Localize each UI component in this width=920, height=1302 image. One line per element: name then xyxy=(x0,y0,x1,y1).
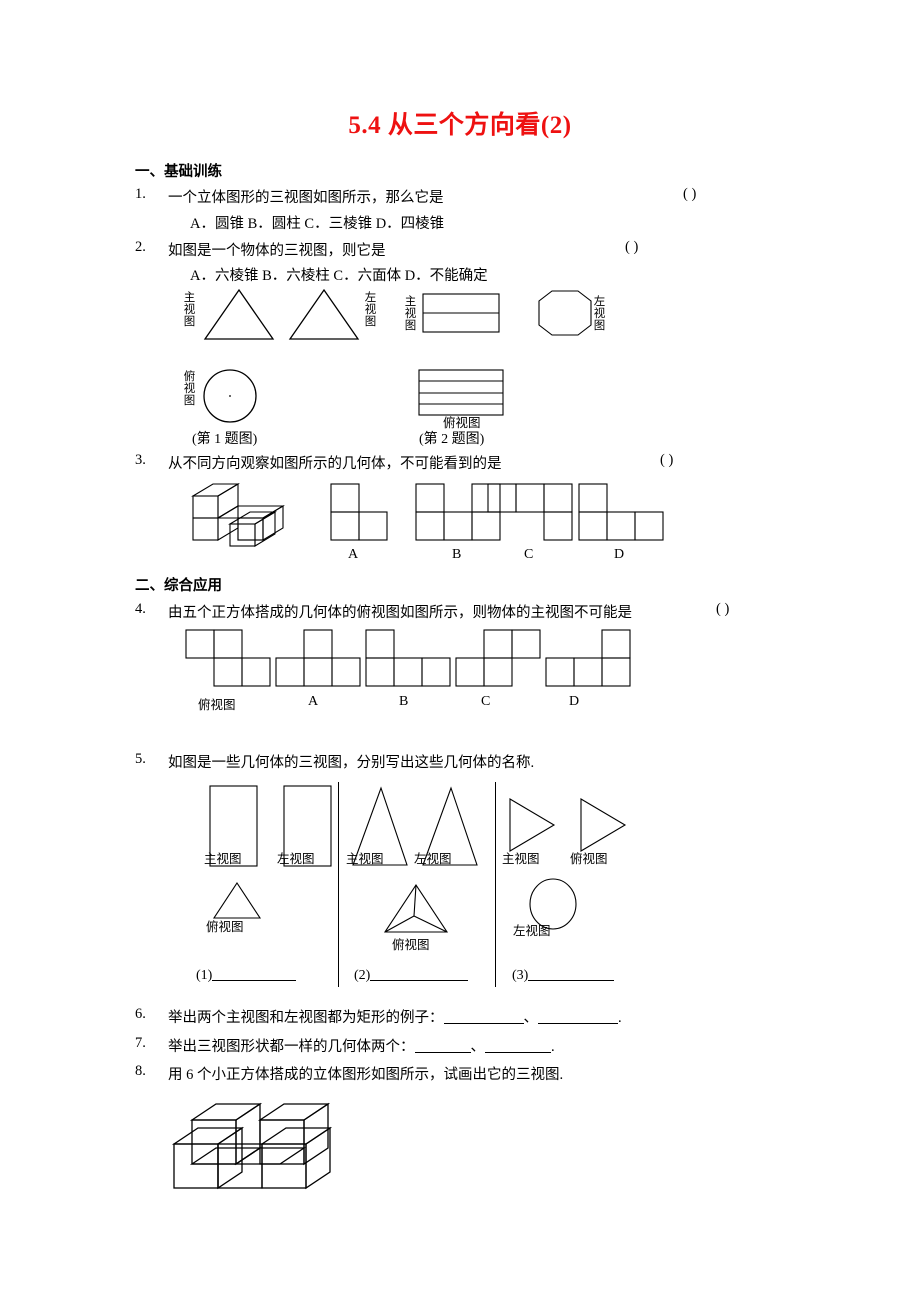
section-heading-basic: 一、基础训练 xyxy=(135,164,222,180)
question-1-options[interactable]: A．圆锥 B．圆柱 C．三棱锥 D．四棱锥 xyxy=(190,212,444,233)
figure-q1-front-label: 主视图 xyxy=(183,292,196,328)
question-2-text: 如图是一个物体的三视图，则它是 xyxy=(168,243,386,259)
question-2-answer-bracket[interactable]: ( ) xyxy=(625,239,638,256)
figure-q5-g2-front-label: 主视图 xyxy=(346,852,384,866)
question-7-number: 7. xyxy=(135,1035,146,1051)
figure-q5-g1-answer-blank[interactable] xyxy=(212,968,297,981)
question-6-blank-2[interactable] xyxy=(538,1011,618,1024)
figure-q3-option-b-letter: B xyxy=(452,547,462,562)
figure-q5-g3-top-triangle xyxy=(580,798,627,852)
figure-q5-g2-side-label: 左视图 xyxy=(414,852,452,866)
figure-q4-option-a-letter: A xyxy=(308,694,319,709)
page-title: 5.4 从三个方向看(2) xyxy=(348,112,572,139)
figure-q5-g2-answer[interactable]: (2) xyxy=(354,968,469,984)
section-heading-comprehensive: 二、综合应用 xyxy=(135,578,222,594)
figure-q2-caption: (第 2 题图) xyxy=(419,432,485,447)
question-2-number: 2. xyxy=(135,239,146,255)
figure-q4-option-d-letter: D xyxy=(569,694,580,709)
question-4-answer-bracket[interactable]: ( ) xyxy=(716,601,729,618)
question-5-number: 5. xyxy=(135,751,146,767)
figure-q5-g3-front-triangle xyxy=(509,798,556,852)
figure-q5-g1-front-label: 主视图 xyxy=(204,852,242,866)
figure-q2-side-hexagon xyxy=(538,290,592,336)
question-5-text: 如图是一些几何体的三视图，分别写出这些几何体的名称. xyxy=(168,755,535,771)
figure-q5-g3-front-label: 主视图 xyxy=(502,852,540,866)
question-3-text: 从不同方向观察如图所示的几何体，不可能看到的是 xyxy=(168,456,502,472)
figure-q5-g1-side-label: 左视图 xyxy=(277,852,315,866)
question-7-separator: 、 xyxy=(470,1039,486,1055)
figure-q4-top-view-grid xyxy=(185,629,271,687)
figure-q5-g1-answer-number: (1) xyxy=(196,968,213,983)
figure-q5-g2-answer-blank[interactable] xyxy=(370,968,469,981)
question-6-separator: 、 xyxy=(523,1010,539,1026)
question-3-number: 3. xyxy=(135,452,146,468)
figure-q3-option-a-grid xyxy=(330,483,388,541)
figure-q1-side-triangle xyxy=(288,288,360,340)
question-8-text: 用 6 个小正方体搭成的立体图形如图所示，试画出它的三视图. xyxy=(168,1067,564,1083)
figure-q5-divider-1 xyxy=(338,782,339,987)
question-8-number: 8. xyxy=(135,1063,146,1079)
figure-q3-option-d-letter: D xyxy=(614,547,625,562)
question-6-text-before: 举出两个主视图和左视图都为矩形的例子： xyxy=(168,1010,444,1026)
figure-q4-option-a-grid xyxy=(275,629,361,687)
question-6-text-after: . xyxy=(618,1010,622,1026)
figure-q2-front-rect xyxy=(422,293,500,333)
figure-q1-side-label: 左视图 xyxy=(364,292,377,328)
figure-q5-g2-top-label: 俯视图 xyxy=(392,938,430,952)
figure-q3-option-c-grid xyxy=(487,483,573,541)
figure-q4-option-b-letter: B xyxy=(399,694,409,709)
question-3-answer-bracket[interactable]: ( ) xyxy=(660,452,673,469)
figure-q1-caption: (第 1 题图) xyxy=(192,432,258,447)
worksheet-page: 5.4 从三个方向看(2) 一、基础训练 1. 一个立体图形的三视图如图所示，那… xyxy=(0,0,920,1302)
figure-q5-divider-2 xyxy=(495,782,496,987)
figure-q1-top-label: 俯视图 xyxy=(183,371,196,407)
question-1-text: 一个立体图形的三视图如图所示，那么它是 xyxy=(168,190,444,206)
figure-q4-option-c-grid xyxy=(455,629,541,687)
figure-q4-option-b-grid xyxy=(365,629,451,687)
question-1-answer-bracket[interactable]: ( ) xyxy=(683,186,696,203)
question-6-blank-1[interactable] xyxy=(443,1011,524,1024)
question-4-text: 由五个正方体搭成的几何体的俯视图如图所示，则物体的主视图不可能是 xyxy=(168,605,632,621)
figure-q3-option-d-grid xyxy=(578,483,664,541)
figure-q5-g2-answer-number: (2) xyxy=(354,968,371,983)
question-7-text: 举出三视图形状都一样的几何体两个： 、. xyxy=(168,1035,555,1056)
figure-q1-front-triangle xyxy=(203,288,275,340)
figure-q5-g3-answer[interactable]: (3) xyxy=(512,968,615,984)
figure-q5-g1-answer[interactable]: (1) xyxy=(196,968,297,984)
figure-q5-g1-top-label: 俯视图 xyxy=(206,920,244,934)
figure-q5-g3-top-label: 俯视图 xyxy=(570,852,608,866)
figure-q2-front-label: 主视图 xyxy=(404,296,417,332)
question-7-text-before: 举出三视图形状都一样的几何体两个： xyxy=(168,1039,415,1055)
figure-q5-g3-side-label: 左视图 xyxy=(513,924,551,938)
question-1-number: 1. xyxy=(135,186,146,202)
figure-q3-option-c-letter: C xyxy=(524,547,534,562)
figure-q5-g2-top-triangle-pyramid xyxy=(383,884,449,933)
figure-q3-solid xyxy=(191,483,285,547)
figure-q5-g3-answer-blank[interactable] xyxy=(528,968,615,981)
figure-q5-g3-answer-number: (3) xyxy=(512,968,529,983)
question-6-text: 举出两个主视图和左视图都为矩形的例子： 、. xyxy=(168,1006,622,1027)
question-7-text-after: . xyxy=(551,1039,555,1055)
question-4-number: 4. xyxy=(135,601,146,617)
question-7-blank-2[interactable] xyxy=(485,1040,551,1053)
question-6-number: 6. xyxy=(135,1006,146,1022)
figure-q4-option-d-grid xyxy=(545,629,631,687)
figure-q2-side-label: 左视图 xyxy=(593,296,606,332)
question-7-blank-1[interactable] xyxy=(414,1040,471,1053)
figure-q1-top-circle xyxy=(203,369,257,423)
question-2-options[interactable]: A．六棱锥 B．六棱柱 C．六面体 D．不能确定 xyxy=(190,264,488,285)
figure-q3-option-a-letter: A xyxy=(348,547,359,562)
figure-q8-solid xyxy=(171,1102,333,1190)
figure-q4-option-c-letter: C xyxy=(481,694,491,709)
figure-q4-top-view-label: 俯视图 xyxy=(198,698,236,712)
